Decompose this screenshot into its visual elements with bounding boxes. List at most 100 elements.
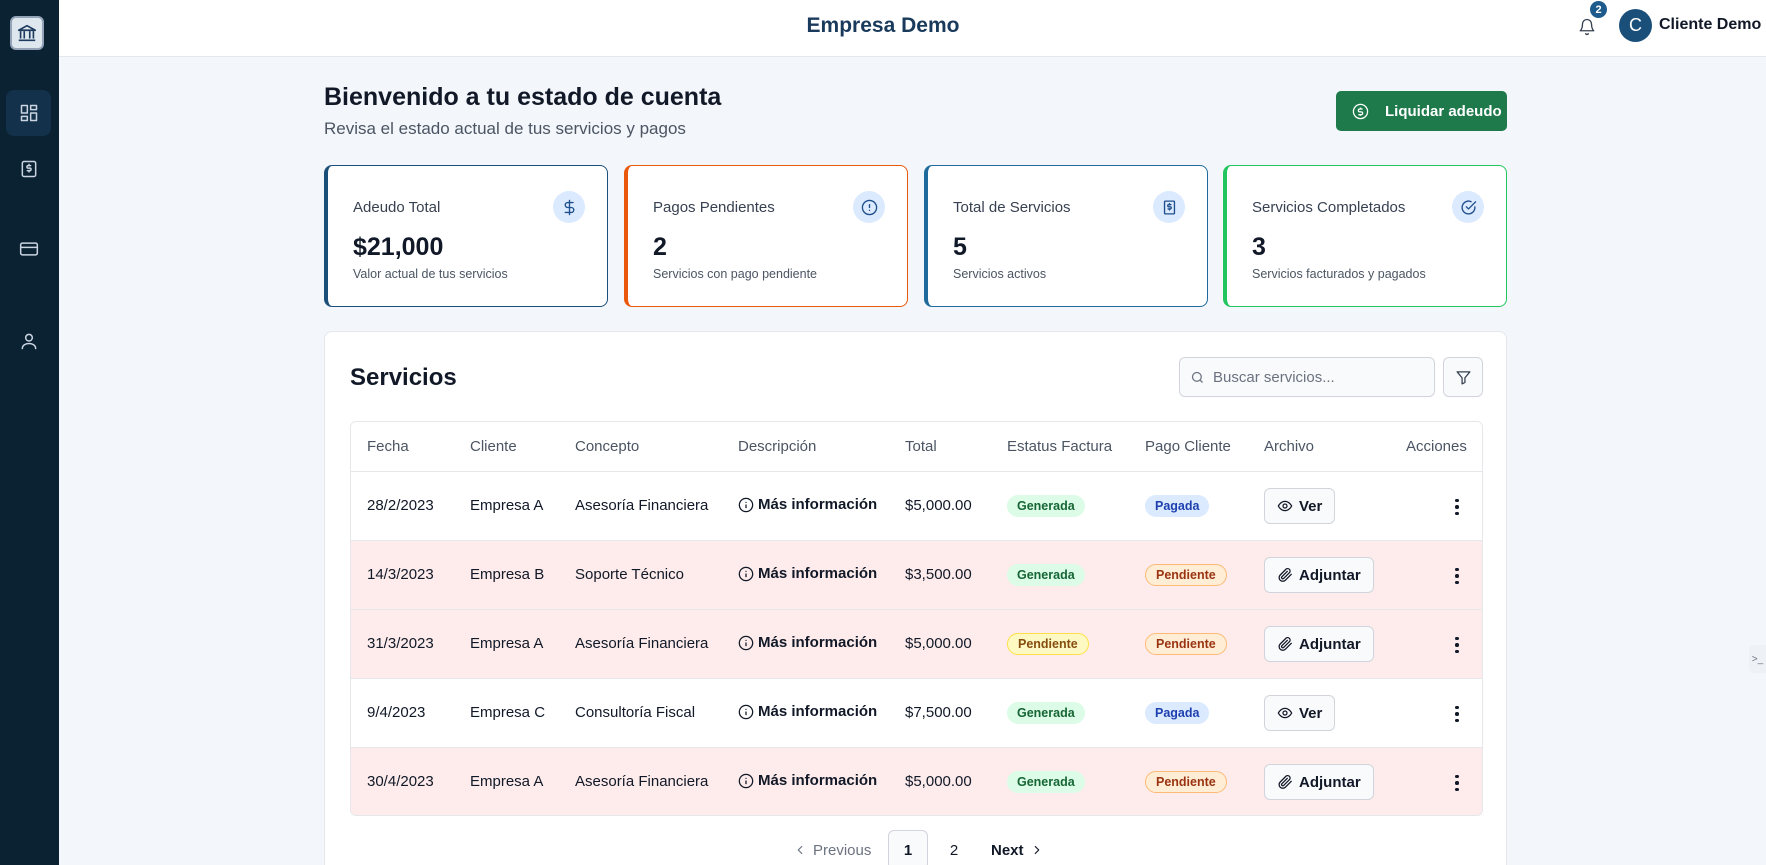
mas-informacion-button[interactable]: Más información	[738, 703, 877, 720]
column-header[interactable]: Descripción	[738, 438, 816, 455]
cell-cliente: Empresa A	[470, 635, 544, 652]
next-page-button[interactable]: Next	[991, 830, 1044, 865]
cell-cliente: Empresa A	[470, 773, 544, 790]
table-header: Fecha Cliente Concepto Descripción Total…	[351, 422, 1482, 472]
adjuntar-archivo-button[interactable]: Adjuntar	[1264, 626, 1374, 662]
estatus-factura-badge: Pendiente	[1007, 633, 1089, 655]
card-title: Total de Servicios	[953, 199, 1071, 216]
column-header[interactable]: Acciones	[1406, 438, 1467, 455]
card-desc: Servicios facturados y pagados	[1252, 267, 1426, 281]
mas-informacion-button[interactable]: Más información	[738, 772, 877, 789]
card-value: 5	[953, 233, 967, 261]
info-icon	[738, 773, 754, 788]
more-actions-icon[interactable]	[1447, 565, 1467, 587]
side-panel-toggle[interactable]: >_	[1749, 645, 1766, 673]
previous-page-button[interactable]: Previous	[793, 830, 871, 865]
table-row: 14/3/2023 Empresa B Soporte Técnico Más inf…	[351, 541, 1482, 610]
table-row: 28/2/2023 Empresa A Asesoría Financiera Más…	[351, 472, 1482, 541]
notifications-button[interactable]	[1575, 15, 1599, 39]
more-actions-icon[interactable]	[1447, 496, 1467, 518]
column-header[interactable]: Estatus Factura	[1007, 438, 1112, 455]
paperclip-icon	[1278, 637, 1292, 651]
info-icon	[738, 566, 754, 581]
column-header[interactable]: Pago Cliente	[1145, 438, 1231, 455]
info-icon	[738, 704, 754, 719]
cell-fecha: 31/3/2023	[367, 635, 434, 652]
card-desc: Valor actual de tus servicios	[353, 267, 508, 281]
column-header[interactable]: Archivo	[1264, 438, 1314, 455]
mas-informacion-button[interactable]: Más información	[738, 565, 877, 582]
column-header[interactable]: Fecha	[367, 438, 409, 455]
cell-cliente: Empresa B	[470, 566, 545, 583]
avatar[interactable]: C	[1619, 9, 1652, 42]
card-desc: Servicios activos	[953, 267, 1047, 281]
eye-icon	[1277, 500, 1293, 512]
page-title: Bienvenido a tu estado de cuenta	[324, 83, 722, 111]
search-input[interactable]	[1213, 368, 1413, 386]
card-value: 2	[653, 233, 667, 261]
cell-total: $5,000.00	[905, 635, 972, 652]
page-button-2[interactable]: 2	[934, 830, 974, 865]
cell-total: $5,000.00	[905, 497, 972, 514]
liquidar-adeudo-label: Liquidar adeudo	[1385, 102, 1502, 120]
card-title: Servicios Completados	[1252, 199, 1406, 216]
pagination: Previous 1 2 Next	[325, 830, 1508, 865]
previous-label: Previous	[813, 841, 872, 859]
bank-logo-icon[interactable]	[10, 16, 44, 50]
info-icon	[738, 635, 754, 650]
sidebar-item-payments[interactable]	[6, 226, 51, 272]
mas-informacion-label: Más información	[758, 496, 878, 513]
table-row: 31/3/2023 Empresa A Asesoría Financiera Más…	[351, 610, 1482, 679]
search-icon	[1191, 371, 1203, 383]
adjuntar-archivo-button[interactable]: Adjuntar	[1264, 764, 1374, 800]
invoice-icon	[21, 160, 36, 178]
mas-informacion-button[interactable]: Más información	[738, 496, 877, 513]
card-desc: Servicios con pago pendiente	[653, 267, 818, 281]
adjuntar-archivo-button[interactable]: Adjuntar	[1264, 557, 1374, 593]
cell-fecha: 9/4/2023	[367, 704, 426, 721]
sidebar-item-invoices[interactable]	[6, 146, 51, 192]
cell-total: $7,500.00	[905, 704, 972, 721]
card-value: $21,000	[353, 233, 444, 261]
card-servicios-completados: Servicios Completados 3 Servicios factur…	[1223, 165, 1507, 307]
credit-card-icon	[19, 242, 38, 256]
topbar: Empresa Demo 2 C Cliente Demo	[59, 0, 1766, 57]
search-box[interactable]	[1179, 357, 1435, 397]
user-name[interactable]: Cliente Demo	[1659, 16, 1761, 34]
next-label: Next	[991, 841, 1024, 859]
archivo-label: Ver	[1299, 704, 1323, 722]
cell-concepto: Consultoría Fiscal	[575, 704, 696, 721]
column-header[interactable]: Total	[905, 438, 937, 455]
estatus-factura-badge: Generada	[1007, 702, 1085, 724]
services-title: Servicios	[350, 364, 457, 391]
sidebar-item-dashboard[interactable]	[6, 90, 51, 136]
liquidar-adeudo-button[interactable]: Liquidar adeudo	[1336, 91, 1507, 131]
ver-archivo-button[interactable]: Ver	[1264, 488, 1336, 524]
cell-fecha: 28/2/2023	[367, 497, 434, 514]
column-header[interactable]: Cliente	[470, 438, 517, 455]
card-title: Pagos Pendientes	[653, 199, 775, 216]
pago-cliente-badge: Pagada	[1145, 702, 1210, 724]
cell-concepto: Asesoría Financiera	[575, 635, 709, 652]
dashboard-icon	[20, 104, 37, 122]
more-actions-icon[interactable]	[1447, 703, 1467, 725]
cell-concepto: Asesoría Financiera	[575, 497, 709, 514]
cell-concepto: Asesoría Financiera	[575, 773, 709, 790]
cell-cliente: Empresa C	[470, 704, 546, 721]
cell-fecha: 14/3/2023	[367, 566, 434, 583]
mas-informacion-button[interactable]: Más información	[738, 634, 877, 651]
card-value: 3	[1252, 233, 1266, 261]
eye-icon	[1277, 707, 1293, 719]
filter-button[interactable]	[1443, 357, 1483, 397]
cell-concepto: Soporte Técnico	[575, 566, 684, 583]
page-button-1[interactable]: 1	[888, 830, 928, 865]
more-actions-icon[interactable]	[1447, 634, 1467, 656]
column-header[interactable]: Concepto	[575, 438, 639, 455]
cell-cliente: Empresa A	[470, 497, 544, 514]
more-actions-icon[interactable]	[1447, 772, 1467, 794]
cell-total: $3,500.00	[905, 566, 972, 583]
ver-archivo-button[interactable]: Ver	[1264, 695, 1336, 731]
sidebar-item-profile[interactable]	[6, 318, 51, 364]
user-icon	[21, 333, 36, 350]
estatus-factura-badge: Generada	[1007, 564, 1085, 586]
